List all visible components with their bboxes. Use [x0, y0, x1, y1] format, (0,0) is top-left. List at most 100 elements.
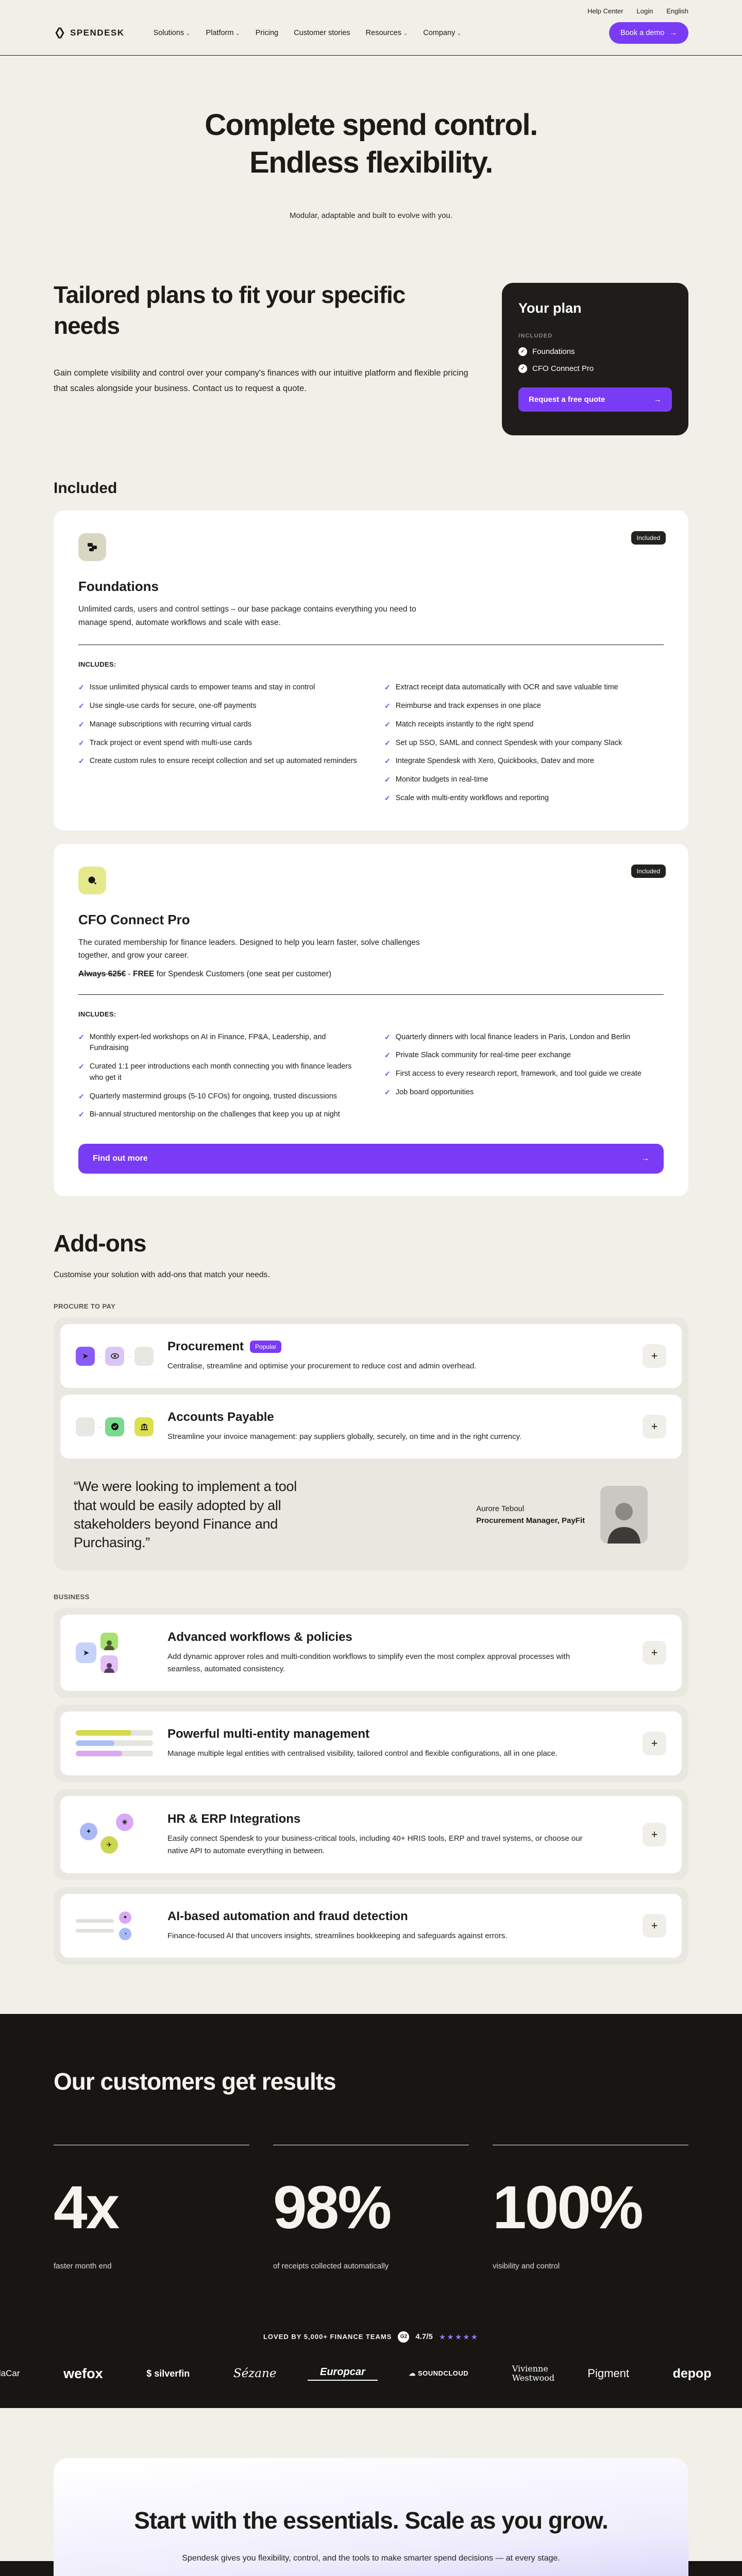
customer-logo: BlaBlaCar — [0, 2368, 20, 2379]
arrow-right-icon: → — [641, 1154, 649, 1163]
results-section: Our customers get results 4x faster mont… — [0, 2013, 742, 2408]
accounts-payable-card: → → Accounts Payable Streamline your inv… — [60, 1395, 682, 1459]
multi-entity-icon — [76, 1730, 167, 1757]
rating-score: 4.7/5 — [415, 2332, 433, 2342]
features-col-1: ✓ Issue unlimited physical cards to empow… — [78, 679, 358, 807]
utility-link[interactable]: English — [666, 7, 688, 15]
check-icon: ✓ — [78, 757, 85, 766]
workflows-card: ➤ Advanced workflows & policies Add dyna… — [60, 1614, 682, 1691]
progress-bar-icon — [76, 1740, 153, 1747]
ai-scan-icon: ◔ — [119, 1927, 131, 1940]
erp-flower-icon: ❀ — [116, 1813, 133, 1831]
request-quote-button[interactable]: Request a free quote → — [518, 387, 672, 412]
customer-logo: Pigment — [587, 2367, 629, 2380]
addon-title: Accounts Payable — [167, 1410, 274, 1425]
plan-title: Foundations — [78, 579, 159, 595]
cfo-connect-pro-card: Included CFO Connect Pro The curated mem… — [54, 843, 688, 1197]
included-heading: Included — [54, 480, 117, 497]
customer-logo: wefox — [63, 2365, 103, 2381]
travel-plane-icon: ✈ — [100, 1836, 118, 1854]
nav-item[interactable]: Resources — [366, 29, 408, 37]
your-plan-items: ✓ Foundations ✓ CFO Connect Pro — [518, 347, 672, 374]
plans-heading: Tailored plans to fit your specific need… — [54, 281, 406, 339]
features-col-2: ✓ Quarterly dinners with local finance le… — [384, 1028, 664, 1125]
ai-spark-icon: ✦ — [119, 1911, 131, 1924]
check-icon: ✓ — [384, 738, 391, 747]
request-icon: ➤ — [76, 1346, 95, 1366]
workflows-icon: ➤ — [76, 1632, 167, 1673]
plan-title: CFO Connect Pro — [78, 911, 190, 927]
procurement-icon: ➤ → → — [76, 1346, 167, 1366]
hris-bulb-icon: ✦ — [80, 1822, 97, 1840]
nav-item[interactable]: Customer stories — [294, 29, 350, 37]
cta-card: Start with the essentials. Scale as you … — [54, 2458, 688, 2576]
nav-item[interactable]: Company — [423, 29, 461, 37]
add-integrations-button[interactable]: + — [643, 1822, 666, 1846]
site-header: Help Center Login English SPENDESK Solutio… — [0, 0, 742, 56]
check-icon: ✓ — [384, 757, 391, 766]
divider — [78, 994, 664, 995]
stat-value: 98% — [273, 2173, 392, 2242]
add-multi-entity-button[interactable]: + — [643, 1731, 666, 1755]
utility-link[interactable]: Login — [637, 7, 653, 15]
loved-by-text: LOVED BY 5,000+ FINANCE TEAMS — [263, 2333, 392, 2341]
check-icon: ✓ — [78, 1110, 85, 1119]
customer-logos-row: BlaBlaCar wefox $ silverfin Sézane Europcar ☁… — [0, 2364, 742, 2383]
addon-desc: Centralise, streamline and optimise your… — [167, 1362, 477, 1371]
popular-badge: Popular — [250, 1341, 282, 1353]
check-icon: ✓ — [78, 1062, 85, 1071]
arrow-right-icon: → — [654, 395, 662, 404]
customer-logo: $ silverfin — [146, 2368, 190, 2379]
add-procurement-button[interactable]: + — [643, 1344, 666, 1368]
check-icon: ✓ — [384, 702, 391, 710]
addon-desc: Finance-focused AI that uncovers insight… — [167, 1931, 508, 1940]
book-demo-button[interactable]: Book a demo → — [609, 22, 688, 44]
review-eye-icon — [105, 1346, 124, 1366]
nav-item[interactable]: Pricing — [256, 29, 278, 37]
feature-item: ✓ Create custom rules to ensure receipt c… — [78, 752, 358, 771]
addon-title: AI-based automation and fraud detection — [167, 1909, 408, 1923]
add-workflows-button[interactable]: + — [643, 1640, 666, 1665]
your-plan-item: ✓ CFO Connect Pro — [518, 364, 672, 374]
utility-link[interactable]: Help Center — [587, 7, 623, 15]
g2-logo-icon: G2 — [398, 2331, 410, 2343]
your-plan-card: Your plan INCLUDED ✓ Foundations ✓ CFO C… — [502, 283, 688, 436]
approved-check-icon — [105, 1417, 124, 1436]
your-plan-included-label: INCLUDED — [518, 333, 553, 340]
rating-row: LOVED BY 5,000+ FINANCE TEAMS G2 4.7/5 ★… — [54, 2331, 688, 2343]
approver-avatar-icon — [100, 1632, 118, 1650]
features-col-1: ✓ Monthly expert-led workshops on AI in F… — [78, 1028, 358, 1125]
addon-title: Powerful multi-entity management — [167, 1726, 370, 1741]
nav-item[interactable]: Solutions — [154, 29, 191, 37]
features-col-2: ✓ Extract receipt data automatically with… — [384, 679, 664, 807]
plan-desc: The curated membership for finance leade… — [78, 938, 420, 960]
plans-lede: Gain complete visibility and control ove… — [54, 368, 468, 394]
quote-author-name: Aurore Teboul — [476, 1504, 525, 1514]
integrations-card: ✦ ❀ ✈ HR & ERP Integrations Easily conne… — [60, 1795, 682, 1873]
addons-section: Add-ons Customise your solution with add… — [54, 1196, 688, 1964]
add-ai-automation-button[interactable]: + — [643, 1913, 666, 1938]
procure-to-pay-label: PROCURE TO PAY — [54, 1302, 116, 1311]
rating-stars-icon: ★★★★★ — [439, 2332, 479, 2342]
nav-item[interactable]: Platform — [206, 29, 240, 37]
check-icon: ✓ — [384, 775, 391, 784]
find-out-more-button[interactable]: Find out more → — [78, 1144, 664, 1174]
quote-text: “We were looking to implement a tool tha… — [74, 1479, 297, 1551]
check-icon: ✓ — [78, 702, 85, 710]
arrow-right-icon: → — [97, 1423, 103, 1430]
feature-item: ✓ Monthly expert-led workshops on AI in F… — [78, 1028, 358, 1058]
add-accounts-payable-button[interactable]: + — [643, 1415, 666, 1439]
integrations-icon: ✦ ❀ ✈ — [76, 1811, 167, 1858]
arrow-right-icon: → — [127, 1353, 132, 1359]
customer-logo: ☁ SOUNDCLOUD — [409, 2369, 469, 2378]
ai-automation-icon: ✦ ◔ — [76, 1911, 167, 1940]
feature-item: ✓ Scale with multi-entity workflows and r… — [384, 789, 664, 808]
ai-automation-card: ✦ ◔ AI-based automation and fraud detect… — [60, 1893, 682, 1958]
spendesk-logo[interactable]: SPENDESK — [54, 27, 125, 39]
stat-label: visibility and control — [493, 2261, 560, 2270]
cta-heading: Start with the essentials. Scale as you … — [134, 2506, 609, 2534]
addons-subheading: Customise your solution with add-ons tha… — [54, 1270, 270, 1280]
feature-item: ✓ Quarterly mastermind groups (5-10 CFOs)… — [78, 1088, 358, 1106]
brand-name: SPENDESK — [70, 28, 125, 38]
results-heading: Our customers get results — [54, 2067, 336, 2095]
